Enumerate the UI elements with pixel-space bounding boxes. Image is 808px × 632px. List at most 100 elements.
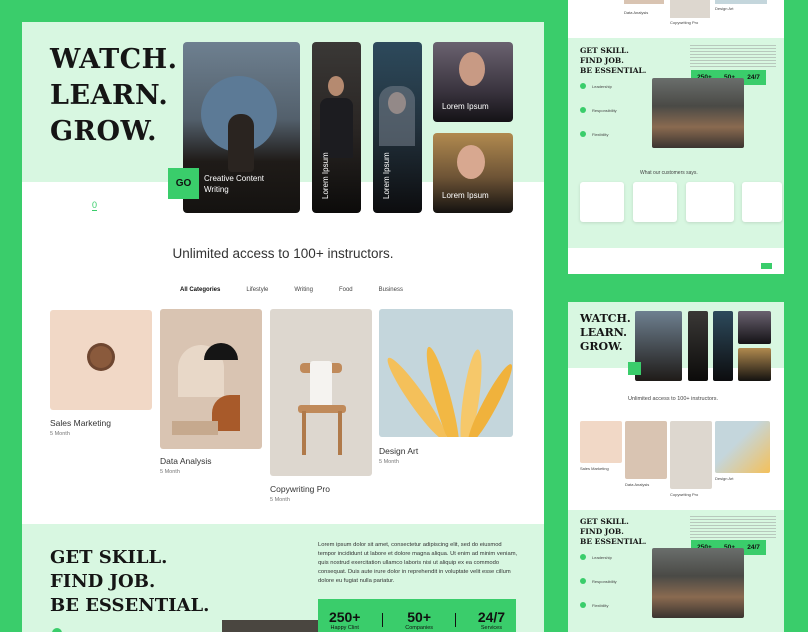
instructor-face	[459, 52, 485, 86]
course-image-copywriting-pro[interactable]	[270, 309, 372, 476]
stats-bar: 250+ Happy Clint 50+ Companies 24/7 Serv…	[318, 599, 516, 632]
skill-title-line1: GET SKILL.	[50, 547, 168, 568]
feature-dot-icon	[580, 602, 586, 608]
preview-course-name: Copywriting Pro	[670, 20, 699, 25]
stat-label: Companies	[405, 625, 434, 631]
preview-course-image	[624, 0, 664, 4]
course-image-design-art[interactable]	[379, 309, 513, 437]
course-name[interactable]: Sales Marketing	[50, 418, 111, 428]
feature-label: Flexibility	[592, 603, 609, 608]
testimonial-card	[686, 182, 734, 222]
preview-instructors-title: Unlimited access to 100+ instructors.	[628, 396, 719, 402]
stat-divider	[454, 613, 456, 627]
instructor-card-label: Lorem Ipsum	[442, 191, 489, 200]
skill-title: GET SKILL. FIND JOB. BE ESSENTIAL.	[50, 546, 209, 618]
instructor-card-label: Lorem Ipsum	[321, 152, 330, 199]
feature-dot-icon	[580, 554, 586, 560]
course-duration: 5 Month	[379, 459, 399, 465]
instructor-card-2[interactable]: Lorem Ipsum	[373, 42, 422, 213]
preview-hero-line3: GROW.	[580, 340, 623, 353]
course-duration: 5 Month	[50, 431, 70, 437]
beige-block	[172, 421, 218, 435]
feature-label: Leadership	[592, 84, 612, 89]
feature-dot-icon	[580, 83, 586, 89]
preview-course-name: Sales Marketing	[580, 466, 609, 471]
instructor-face	[457, 145, 485, 179]
instructors-title: Unlimited access to 100+ instructors.	[172, 246, 394, 261]
preview-square-card	[738, 311, 771, 344]
feature-label: Leadership	[592, 555, 612, 560]
preview-narrow-card	[688, 311, 708, 381]
preview-classroom-image	[652, 78, 744, 148]
preview-skill-line1: GET SKILL.	[580, 46, 629, 55]
feature-label: Responsibility	[592, 579, 617, 584]
preview-skill-line2: FIND JOB.	[580, 527, 624, 536]
go-button[interactable]: GO	[168, 168, 199, 199]
preview-course-name: Data Analysis	[625, 482, 650, 487]
feature-label: Flexibility	[592, 132, 609, 137]
preview-course-name: Copywriting Pro	[670, 492, 699, 497]
instructor-card-4[interactable]: Lorem Ipsum	[433, 133, 513, 213]
hero-title-line3: GROW.	[50, 116, 158, 147]
preview-course-name: Data Analysis	[624, 10, 649, 15]
course-image-data-analysis[interactable]	[160, 309, 262, 449]
preview-course-name: Design Art	[715, 476, 734, 481]
course-name[interactable]: Data Analysis	[160, 456, 212, 466]
preview-course-image	[625, 421, 667, 479]
main-mockup: WATCH. LEARN. GROW. GO Creative Content …	[22, 22, 544, 632]
feature-dot-icon	[580, 578, 586, 584]
chair-leg	[338, 411, 342, 455]
preview-customers-title: What our customers says.	[640, 170, 698, 176]
instructor-card-label: Lorem Ipsum	[382, 152, 391, 199]
shirt-on-chair	[310, 361, 332, 409]
preview-mockup-bottom-page: Data Analysis Copywriting Pro Design Art…	[568, 0, 784, 274]
tab-all-categories[interactable]: All Categories	[180, 287, 220, 293]
tab-business[interactable]: Business	[379, 287, 403, 293]
preview-skill-title: GET SKILL. FIND JOB. BE ESSENTIAL.	[580, 46, 646, 76]
course-duration: 5 Month	[270, 497, 290, 503]
preview-skill-line2: FIND JOB.	[580, 56, 624, 65]
course-image-sales-marketing[interactable]	[50, 310, 152, 410]
preview-go-button	[628, 362, 641, 375]
stat-value: 250+	[328, 609, 361, 625]
feature-dot-icon	[580, 131, 586, 137]
preview-skill-line3: BE ESSENTIAL.	[580, 66, 647, 75]
preview-description-lines	[690, 516, 776, 538]
coffee-cup-icon	[90, 346, 112, 368]
tab-lifestyle[interactable]: Lifestyle	[246, 287, 268, 293]
preview-skill-line3: BE ESSENTIAL.	[580, 537, 647, 546]
instructor-face	[328, 76, 344, 96]
stat-label: Services	[480, 625, 502, 631]
feature-dot-icon	[52, 628, 62, 632]
instructor-card-1[interactable]: Lorem Ipsum	[312, 42, 361, 213]
hero-title-line2: LEARN.	[50, 80, 169, 111]
stat-happy-clients: 250+ Happy Clint	[329, 609, 361, 631]
stat-value: 24/7	[477, 609, 506, 625]
preview-mockup-full-page: WATCH. LEARN. GROW. Unlimited access to …	[568, 302, 784, 632]
preview-course-image	[715, 0, 767, 4]
course-duration: 5 Month	[160, 469, 180, 475]
preview-skill-line1: GET SKILL.	[580, 517, 629, 526]
tab-writing[interactable]: Writing	[294, 287, 313, 293]
stat-label: Happy Clint	[330, 625, 359, 631]
course-name[interactable]: Design Art	[379, 446, 418, 456]
hero-title: WATCH. LEARN. GROW.	[50, 42, 178, 150]
slider-pager[interactable]: 0	[92, 200, 98, 211]
hero-title-line1: WATCH.	[50, 44, 178, 75]
feature-dot-icon	[580, 107, 586, 113]
preview-footer	[568, 248, 784, 274]
preview-feature-card	[635, 311, 682, 381]
preview-course-image	[670, 421, 712, 489]
preview-subscribe-button	[761, 263, 772, 269]
instructor-body	[379, 86, 415, 146]
preview-stat-value: 24/7	[747, 74, 760, 81]
preview-square-card	[738, 348, 771, 381]
course-name[interactable]: Copywriting Pro	[270, 484, 330, 494]
stat-companies: 50+ Companies	[405, 609, 433, 631]
tab-food[interactable]: Food	[339, 287, 353, 293]
preview-course-image	[670, 0, 710, 18]
preview-hero-line1: WATCH.	[580, 312, 631, 325]
instructor-card-3[interactable]: Lorem Ipsum	[433, 42, 513, 122]
category-tabs: All Categories Lifestyle Writing Food Bu…	[180, 287, 403, 293]
chair-leg	[302, 411, 306, 455]
